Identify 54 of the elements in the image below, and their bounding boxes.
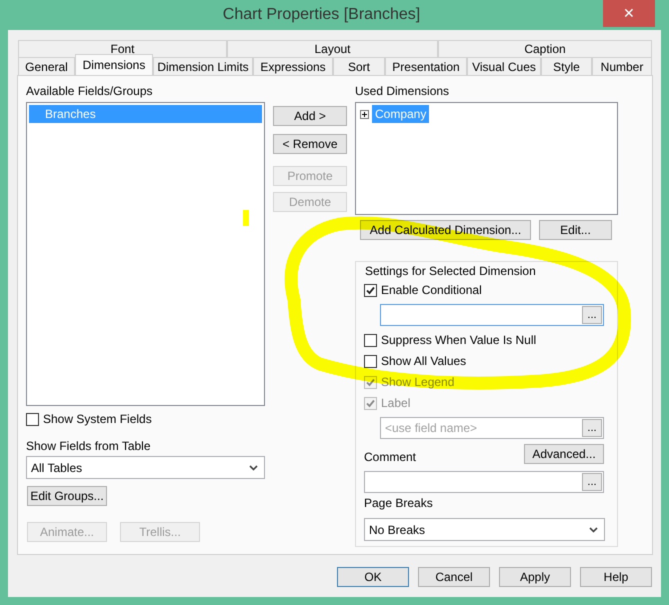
dropdown-value: No Breaks [369, 522, 426, 538]
browse-button[interactable]: ... [582, 306, 602, 324]
button[interactable]: Add > [273, 106, 347, 126]
text-field[interactable]: ... [380, 304, 604, 326]
tab[interactable]: Style [541, 57, 592, 75]
button[interactable]: Cancel [418, 567, 490, 587]
checkbox[interactable] [364, 354, 377, 368]
checkbox-label: Show All Values [381, 353, 466, 370]
checkbox[interactable] [364, 334, 377, 346]
tab[interactable]: Dimensions [75, 54, 153, 75]
tab[interactable]: Dimension Limits [153, 57, 253, 75]
highlight-mark [243, 210, 249, 226]
tab[interactable]: General [18, 57, 75, 75]
field-label: Page Breaks [364, 496, 434, 510]
dropdown[interactable]: No Breaks [364, 518, 605, 541]
dropdown[interactable]: All Tables [26, 456, 265, 479]
list-label: Available Fields/Groups [26, 84, 154, 98]
checkbox[interactable] [26, 412, 39, 426]
field-label: Comment [364, 450, 416, 464]
text-field[interactable]: ... [364, 471, 604, 493]
dropdown-label: Show Fields from Table [26, 439, 152, 453]
text-field[interactable]: <use field name> ... [380, 417, 604, 439]
browse-button[interactable]: ... [582, 419, 602, 437]
group-title: Settings for Selected Dimension [364, 264, 537, 278]
checkbox-label: Show System Fields [43, 411, 152, 428]
chevron-down-icon [249, 464, 258, 470]
checkbox[interactable] [364, 284, 377, 296]
tab[interactable]: Number [592, 57, 652, 75]
button[interactable]: Edit Groups... [27, 486, 107, 506]
button[interactable]: Advanced... [524, 444, 604, 464]
close-button[interactable]: ✕ [603, 0, 655, 27]
dropdown-value: All Tables [31, 460, 82, 476]
placeholder-text: <use field name> [385, 420, 478, 437]
list-label: Used Dimensions [355, 84, 450, 98]
chevron-down-icon [589, 526, 598, 532]
tab[interactable]: Caption [438, 40, 652, 57]
checkbox-label: Show Legend [381, 374, 454, 391]
button[interactable]: Edit... [539, 220, 612, 240]
tab[interactable]: Font [18, 40, 227, 57]
expand-icon[interactable] [360, 110, 369, 118]
tab[interactable]: Sort [333, 57, 385, 75]
browse-button[interactable]: ... [582, 473, 602, 491]
button[interactable]: < Remove [273, 134, 347, 154]
button[interactable]: OK [337, 567, 409, 587]
tab[interactable]: Expressions [253, 57, 333, 75]
checkbox-label: Label [381, 395, 410, 412]
tab[interactable]: Layout [227, 40, 438, 57]
tab[interactable]: Visual Cues [467, 57, 541, 75]
button[interactable]: Apply [499, 567, 571, 587]
window-title: Chart Properties [Branches] [222, 5, 422, 25]
button[interactable]: Help [580, 567, 652, 587]
checkbox-label: Suppress When Value Is Null [381, 332, 536, 349]
tab[interactable]: Presentation [385, 57, 467, 75]
checkbox-label: Enable Conditional [381, 282, 482, 299]
